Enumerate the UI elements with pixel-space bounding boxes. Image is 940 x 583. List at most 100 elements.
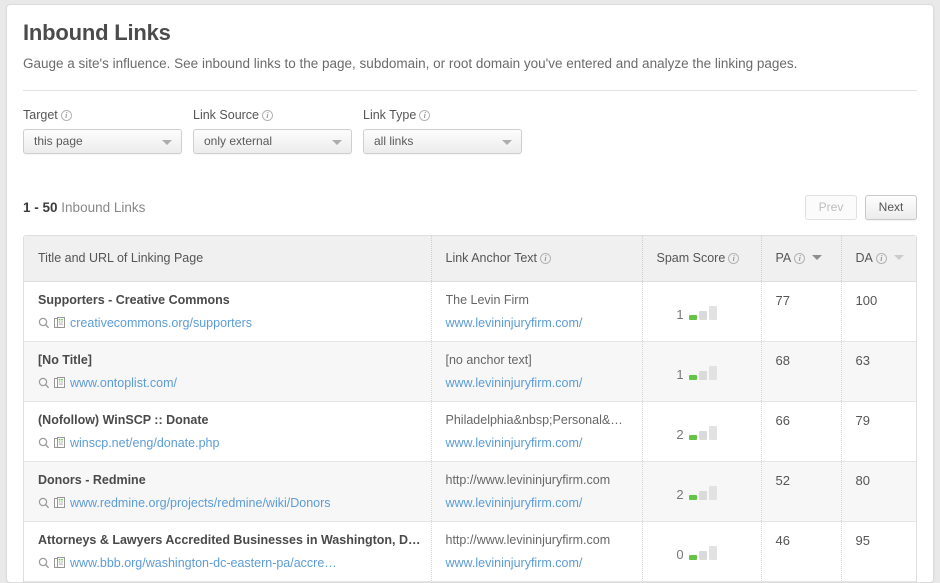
- table-row: [No Title] www.ontoplist.com/: [24, 341, 917, 401]
- search-icon[interactable]: [38, 317, 50, 329]
- column-header-anchor-text-label: Link Anchor Text: [446, 251, 538, 265]
- chevron-down-icon: [162, 140, 172, 145]
- spam-bar-3: [709, 366, 717, 380]
- cell-pa: 52: [761, 461, 841, 521]
- prev-button[interactable]: Prev: [805, 195, 857, 220]
- cell-pa: 77: [761, 281, 841, 341]
- copy-page-icon[interactable]: [54, 557, 66, 569]
- spam-score-bars-icon: [689, 426, 717, 440]
- sort-descending-icon[interactable]: [894, 255, 904, 260]
- table-body: Supporters - Creative Commons creativeco…: [24, 281, 917, 581]
- inbound-links-table: Title and URL of Linking Page Link Ancho…: [24, 236, 917, 582]
- inbound-links-table-wrapper: Title and URL of Linking Page Link Ancho…: [23, 235, 917, 582]
- cell-pa: 66: [761, 401, 841, 461]
- spam-score-value: 2: [676, 489, 683, 500]
- table-header-row: Title and URL of Linking Page Link Ancho…: [24, 236, 917, 281]
- cell-spam-score: 1: [642, 281, 761, 341]
- copy-page-icon[interactable]: [54, 437, 66, 449]
- spam-bar-1: [689, 555, 697, 560]
- results-count: 1 - 50 Inbound Links: [23, 200, 145, 215]
- cell-spam-score: 0: [642, 521, 761, 581]
- spam-score-bars-icon: [689, 486, 717, 500]
- search-icon[interactable]: [38, 497, 50, 509]
- filter-link-type-label: Link Typei: [363, 108, 522, 122]
- row-url-line: creativecommons.org/supporters: [38, 316, 421, 330]
- cell-anchor-text: The Levin Firm www.levininjuryfirm.com/: [431, 281, 642, 341]
- cell-da: 100: [841, 281, 917, 341]
- search-icon[interactable]: [38, 557, 50, 569]
- column-header-pa[interactable]: PAi: [761, 236, 841, 281]
- target-select[interactable]: this page: [23, 129, 182, 154]
- copy-page-icon[interactable]: [54, 497, 66, 509]
- linking-page-url[interactable]: www.bbb.org/washington-dc-eastern-pa/acc…: [70, 556, 337, 570]
- cell-da: 95: [841, 521, 917, 581]
- anchor-target-url[interactable]: www.levininjuryfirm.com/: [446, 316, 583, 330]
- info-icon[interactable]: i: [876, 253, 887, 264]
- cell-da: 63: [841, 341, 917, 401]
- table-row: Attorneys & Lawyers Accredited Businesse…: [24, 521, 917, 581]
- spam-bar-2: [699, 491, 707, 500]
- spam-bar-1: [689, 495, 697, 500]
- column-header-title-url-label: Title and URL of Linking Page: [38, 251, 203, 265]
- search-icon[interactable]: [38, 377, 50, 389]
- cell-title-url: Donors - Redmine www.redmine.org/project…: [24, 461, 431, 521]
- chevron-down-icon: [332, 140, 342, 145]
- results-range: 1 - 50: [23, 200, 58, 215]
- column-header-da[interactable]: DAi: [841, 236, 917, 281]
- info-icon[interactable]: i: [794, 253, 805, 264]
- filter-link-source-label-text: Link Source: [193, 108, 259, 122]
- results-label: Inbound Links: [61, 200, 145, 215]
- info-icon[interactable]: i: [419, 110, 430, 121]
- copy-page-icon[interactable]: [54, 317, 66, 329]
- sort-descending-icon[interactable]: [812, 255, 822, 260]
- table-head: Title and URL of Linking Page Link Ancho…: [24, 236, 917, 281]
- row-url-line: www.bbb.org/washington-dc-eastern-pa/acc…: [38, 556, 421, 570]
- linking-page-url[interactable]: winscp.net/eng/donate.php: [70, 436, 219, 450]
- column-header-anchor-text: Link Anchor Texti: [431, 236, 642, 281]
- filter-bar: Targeti this page Link Sourcei only exte…: [23, 108, 917, 154]
- table-row: (Nofollow) WinSCP :: Donate winscp.net/e…: [24, 401, 917, 461]
- anchor-text: The Levin Firm: [446, 293, 632, 307]
- spam-score-value: 1: [676, 309, 683, 320]
- cell-da: 80: [841, 461, 917, 521]
- link-source-select-value: only external: [204, 134, 272, 148]
- row-title: [No Title]: [38, 353, 421, 367]
- cell-anchor-text: Philadelphia&nbsp;Personal&… www.levinin…: [431, 401, 642, 461]
- target-select-value: this page: [34, 134, 83, 148]
- spam-bar-3: [709, 426, 717, 440]
- info-icon[interactable]: i: [540, 253, 551, 264]
- filter-target-label-text: Target: [23, 108, 58, 122]
- column-header-pa-label: PA: [776, 251, 792, 265]
- column-header-spam-score-label: Spam Score: [657, 251, 726, 265]
- info-icon[interactable]: i: [262, 110, 273, 121]
- cell-anchor-text: http://www.levininjuryfirm.com www.levin…: [431, 521, 642, 581]
- info-icon[interactable]: i: [61, 110, 72, 121]
- spam-score-bars-icon: [689, 366, 717, 380]
- cell-title-url: (Nofollow) WinSCP :: Donate winscp.net/e…: [24, 401, 431, 461]
- row-title: Attorneys & Lawyers Accredited Businesse…: [38, 533, 421, 547]
- spam-score-indicator: 2: [643, 473, 751, 500]
- search-icon[interactable]: [38, 437, 50, 449]
- filter-target-label: Targeti: [23, 108, 182, 122]
- link-source-select[interactable]: only external: [193, 129, 352, 154]
- info-icon[interactable]: i: [728, 253, 739, 264]
- linking-page-url[interactable]: www.redmine.org/projects/redmine/wiki/Do…: [70, 496, 331, 510]
- linking-page-url[interactable]: www.ontoplist.com/: [70, 376, 177, 390]
- table-row: Supporters - Creative Commons creativeco…: [24, 281, 917, 341]
- next-button[interactable]: Next: [865, 195, 917, 220]
- filter-target: Targeti this page: [23, 108, 182, 154]
- link-type-select[interactable]: all links: [363, 129, 522, 154]
- pagination: Prev Next: [805, 195, 917, 220]
- filter-link-type: Link Typei all links: [363, 108, 522, 154]
- anchor-target-url[interactable]: www.levininjuryfirm.com/: [446, 376, 583, 390]
- spam-score-indicator: 1: [643, 353, 751, 380]
- spam-bar-2: [699, 311, 707, 320]
- cell-spam-score: 2: [642, 401, 761, 461]
- chevron-down-icon: [502, 140, 512, 145]
- copy-page-icon[interactable]: [54, 377, 66, 389]
- anchor-target-url[interactable]: www.levininjuryfirm.com/: [446, 556, 583, 570]
- anchor-target-url[interactable]: www.levininjuryfirm.com/: [446, 436, 583, 450]
- linking-page-url[interactable]: creativecommons.org/supporters: [70, 316, 252, 330]
- page-title: Inbound Links: [23, 20, 917, 46]
- anchor-target-url[interactable]: www.levininjuryfirm.com/: [446, 496, 583, 510]
